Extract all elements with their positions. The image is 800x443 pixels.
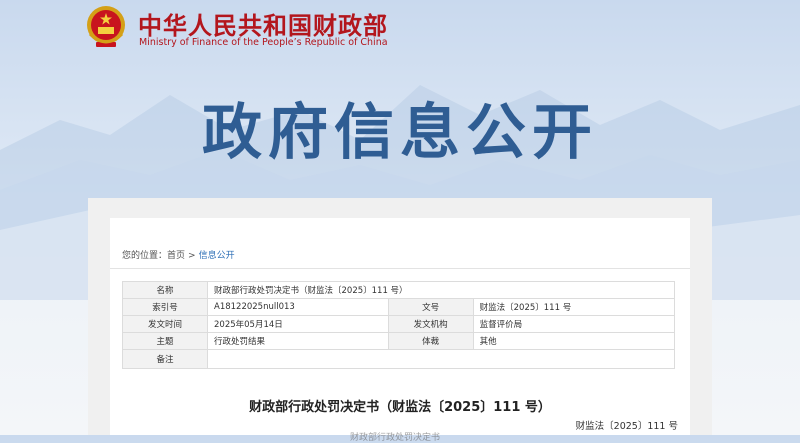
- date-label: 发文时间: [122, 315, 208, 333]
- genre-value: 其他: [472, 332, 676, 350]
- main-content: 您的位置：首页 > 信息公开 名称 财政部行政处罚决定书（财监法〔2025〕111 …: [110, 218, 690, 443]
- site-header: 中华人民共和国财政部 Ministry of Finance of the Pe…: [0, 0, 800, 70]
- banner-title: 政府信息公开: [202, 98, 598, 168]
- docnum-label: 文号: [387, 298, 474, 316]
- topic-value: 行政处罚结果: [207, 332, 389, 350]
- topic-label: 主题: [122, 332, 208, 350]
- note-label: 备注: [122, 349, 208, 369]
- issuer-value: 监督评价局: [472, 315, 676, 333]
- document-title: 财政部行政处罚决定书（财监法〔2025〕111 号）: [249, 400, 551, 415]
- name-value: 财政部行政处罚决定书（财监法〔2025〕111 号）: [207, 281, 675, 299]
- issuer-label: 发文机构: [387, 315, 474, 333]
- breadcrumb-home-link[interactable]: 首页: [167, 251, 185, 261]
- site-subtitle[interactable]: Ministry of Finance of the People’s Repu…: [139, 37, 388, 48]
- document-number: 财监法〔2025〕111 号: [575, 421, 678, 432]
- breadcrumb-prefix: 您的位置：: [122, 251, 168, 261]
- note-value: [207, 349, 675, 369]
- national-emblem-icon[interactable]: [84, 4, 128, 50]
- index-value: A18122025null013: [207, 298, 389, 316]
- date-value: 2025年05月14日: [207, 315, 389, 333]
- document-info-table: 名称 财政部行政处罚决定书（财监法〔2025〕111 号） 索引号 A18122…: [122, 281, 676, 369]
- breadcrumb-current-link[interactable]: 信息公开: [199, 251, 235, 261]
- genre-label: 体裁: [387, 332, 474, 350]
- site-title[interactable]: 中华人民共和国财政部: [138, 6, 388, 41]
- breadcrumb-divider: [110, 268, 690, 269]
- index-label: 索引号: [122, 298, 208, 316]
- docnum-value: 财监法〔2025〕111 号: [472, 298, 676, 316]
- document-partial-line: 财政部行政处罚决定书: [350, 433, 441, 443]
- breadcrumb: 您的位置：首页 > 信息公开: [122, 248, 235, 261]
- name-label: 名称: [122, 281, 208, 299]
- breadcrumb-separator: >: [188, 251, 196, 261]
